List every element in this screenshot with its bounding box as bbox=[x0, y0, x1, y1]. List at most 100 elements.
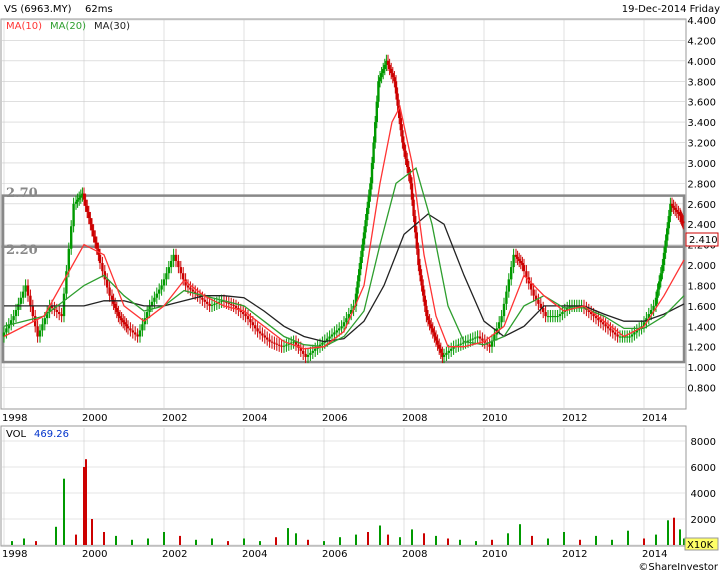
price-candle bbox=[338, 328, 341, 331]
price-candle bbox=[125, 324, 128, 327]
price-candle bbox=[60, 314, 63, 317]
price-candle bbox=[514, 254, 518, 257]
volume-bar bbox=[531, 535, 533, 545]
price-candle bbox=[404, 150, 407, 159]
price-candle bbox=[86, 205, 89, 212]
price-candle bbox=[375, 101, 378, 123]
price-x-tick-label: 2008 bbox=[402, 413, 427, 424]
price-x-tick-label: 1998 bbox=[2, 413, 27, 424]
price-candle bbox=[249, 319, 252, 323]
price-candle bbox=[138, 330, 142, 337]
price-candle bbox=[539, 303, 542, 308]
price-candle bbox=[420, 275, 423, 286]
price-candle bbox=[628, 336, 631, 338]
price-candle bbox=[261, 333, 264, 336]
price-candle bbox=[361, 244, 364, 257]
price-candle bbox=[172, 254, 175, 261]
date-label: 19-Dec-2014 Friday bbox=[622, 4, 720, 15]
price-candle bbox=[275, 343, 278, 345]
volume-bar bbox=[259, 541, 261, 545]
price-candle bbox=[24, 285, 27, 292]
price-x-tick-label: 2006 bbox=[322, 413, 347, 424]
price-tick-label: 2.400 bbox=[687, 220, 716, 231]
price-tick-label: 1.200 bbox=[687, 343, 716, 354]
price-candle bbox=[442, 354, 446, 357]
price-candle bbox=[417, 248, 420, 266]
volume-bar bbox=[23, 538, 25, 545]
price-candle bbox=[626, 336, 629, 338]
volume-x-axis: 1998 2000 2002 2004 2006 2008 2010 2012 2014 bbox=[2, 549, 667, 560]
price-candle bbox=[667, 216, 670, 229]
price-candle bbox=[431, 328, 434, 333]
price-candle bbox=[522, 265, 526, 272]
price-candle bbox=[394, 81, 398, 94]
price-candle bbox=[606, 326, 610, 329]
price-candle bbox=[459, 343, 462, 345]
price-candle bbox=[90, 224, 94, 231]
volume-tick-label: 4000 bbox=[691, 489, 716, 500]
volume-bar bbox=[387, 534, 389, 545]
price-candle bbox=[82, 193, 86, 200]
price-candle bbox=[335, 330, 338, 333]
volume-bar bbox=[679, 529, 681, 545]
price-candle bbox=[58, 312, 61, 315]
price-candle bbox=[246, 316, 250, 320]
volume-bar bbox=[673, 517, 675, 545]
price-candle bbox=[117, 312, 120, 317]
price-candle bbox=[126, 326, 130, 329]
price-candle bbox=[516, 256, 519, 259]
volume-bar bbox=[475, 541, 477, 545]
price-candle bbox=[41, 324, 44, 331]
price-candle bbox=[406, 158, 409, 168]
price-candle bbox=[55, 309, 58, 313]
price-tick-label: 2.000 bbox=[687, 261, 716, 272]
symbol-label: VS (6963.MY) bbox=[4, 4, 72, 15]
price-x-tick-label: 2002 bbox=[162, 413, 187, 424]
volume-bar bbox=[435, 535, 437, 545]
price-candle bbox=[358, 269, 361, 282]
price-tick-label: 3.200 bbox=[687, 139, 716, 150]
price-candle bbox=[203, 299, 206, 302]
price-candle bbox=[447, 350, 450, 353]
price-tick-label: 3.000 bbox=[687, 159, 716, 170]
price-candle bbox=[165, 273, 168, 280]
price-candle bbox=[17, 303, 20, 310]
price-candle bbox=[292, 341, 295, 343]
volume-panel bbox=[0, 425, 687, 547]
price-candle bbox=[282, 345, 286, 347]
price-candle bbox=[415, 232, 418, 249]
volume-bar bbox=[211, 538, 213, 545]
price-candle bbox=[31, 305, 34, 317]
price-candle bbox=[244, 314, 247, 317]
price-candle bbox=[227, 302, 230, 304]
price-candle bbox=[505, 291, 508, 304]
price-candle bbox=[106, 279, 109, 288]
price-candle bbox=[474, 337, 477, 339]
price-candle bbox=[658, 281, 661, 290]
price-candle bbox=[94, 236, 97, 243]
price-candle bbox=[664, 240, 667, 253]
price-candle bbox=[616, 334, 619, 337]
volume-x-tick-label: 2008 bbox=[402, 549, 427, 560]
price-y-axis: 0.8001.0001.2001.4001.6001.8002.0002.200… bbox=[687, 16, 716, 395]
price-candle bbox=[162, 279, 166, 286]
price-candle bbox=[136, 334, 139, 337]
volume-bar bbox=[379, 525, 381, 545]
price-candle bbox=[677, 211, 680, 214]
price-candle bbox=[383, 64, 386, 70]
price-candle bbox=[401, 130, 404, 143]
price-candle bbox=[369, 183, 372, 196]
unit-label: X10K bbox=[687, 540, 714, 551]
band-lower-label: 2.20 bbox=[6, 243, 38, 258]
price-candle bbox=[661, 265, 664, 274]
price-candle bbox=[518, 258, 521, 261]
price-candle bbox=[155, 293, 158, 298]
price-candle bbox=[179, 267, 182, 274]
price-candle bbox=[670, 203, 674, 206]
legend-ma20: MA(20) bbox=[50, 21, 86, 32]
price-tick-label: 3.800 bbox=[687, 77, 716, 88]
price-candle bbox=[390, 69, 393, 74]
price-candle bbox=[270, 341, 274, 343]
price-candle bbox=[213, 303, 216, 305]
price-candle bbox=[189, 287, 192, 290]
